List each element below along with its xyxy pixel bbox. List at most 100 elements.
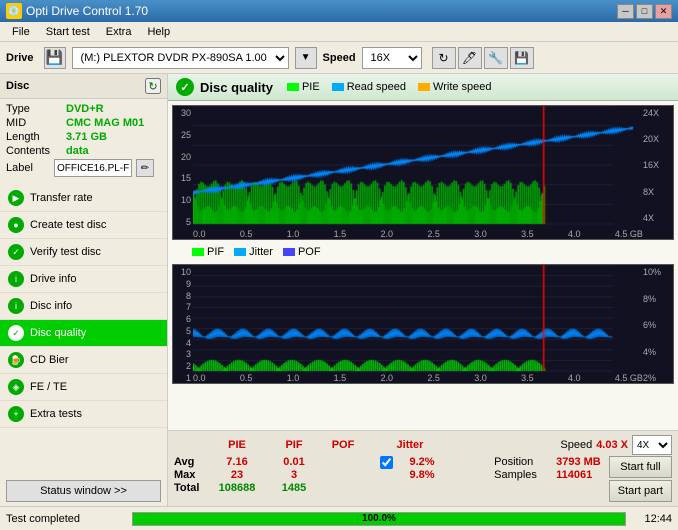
stat-header-jitter: Jitter (380, 439, 440, 451)
app-icon: 💿 (6, 3, 22, 19)
mid-value: CMC MAG M01 (66, 117, 144, 129)
nav-label-disc-info: Disc info (30, 300, 72, 312)
menu-extra[interactable]: Extra (98, 24, 140, 40)
legend-read-speed-color (332, 83, 344, 91)
nav-create-test-disc[interactable]: ● Create test disc (0, 212, 167, 239)
drive-label: Drive (6, 52, 34, 64)
stat-avg-pie: 7.16 (206, 456, 268, 468)
drive-arrow-button[interactable]: ▼ (295, 47, 317, 69)
statusbar: Test completed 100.0% 12:44 (0, 506, 678, 530)
nav-label-fe-te: FE / TE (30, 381, 67, 393)
menu-help[interactable]: Help (139, 24, 178, 40)
bottom-legend-bar: PIF Jitter POF (172, 244, 674, 260)
menu-file[interactable]: File (4, 24, 38, 40)
drive-select[interactable]: (M:) PLEXTOR DVDR PX-890SA 1.00 (72, 47, 289, 69)
stats-bar: PIE PIF POF Jitter Speed 4.03 X 4X8X16X (168, 430, 678, 506)
nav-icon-drive: i (8, 271, 24, 287)
nav-label-create-test-disc: Create test disc (30, 219, 106, 231)
toolbar-btn-3[interactable]: 🔧 (484, 47, 508, 69)
jitter-checkbox[interactable] (380, 456, 393, 469)
nav-label-extra-tests: Extra tests (30, 408, 82, 420)
drive-icon: 💾 (44, 47, 66, 69)
legend-pie-label: PIE (302, 81, 320, 93)
minimize-button[interactable]: ─ (617, 4, 634, 19)
stat-avg-pof (348, 456, 351, 468)
legend-pif-label: PIF (207, 246, 224, 258)
nav-icon-cd-bier: 🍺 (8, 352, 24, 368)
contents-value: data (66, 145, 89, 157)
stat-total-pie: 108688 (206, 482, 268, 494)
legend-jitter-color (234, 248, 246, 256)
nav-icon-create: ● (8, 217, 24, 233)
disc-refresh-button[interactable]: ↻ (145, 78, 161, 94)
stat-row-avg-label: Avg (174, 456, 206, 468)
time-text: 12:44 (632, 513, 672, 525)
stats-speed-select[interactable]: 4X8X16X (632, 435, 672, 455)
disc-info: Type DVD+R MID CMC MAG M01 Length 3.71 G… (0, 99, 167, 185)
stat-total-jitter (397, 482, 447, 494)
nav-label-cd-bier: CD Bier (30, 354, 69, 366)
toolbar-btn-2[interactable]: 🖊 (458, 47, 482, 69)
speed-select[interactable]: 16X 8X 4X Max (362, 47, 422, 69)
titlebar: 💿 Opti Drive Control 1.70 ─ □ ✕ (0, 0, 678, 22)
disc-title: Disc (6, 80, 29, 92)
legend-pif-color (192, 248, 204, 256)
start-full-button[interactable]: Start full (609, 456, 672, 478)
right-panel: ✓ Disc quality PIE Read speed Write spee… (168, 74, 678, 506)
window-controls: ─ □ ✕ (617, 4, 672, 19)
stat-header-pie: PIE (206, 439, 268, 451)
progress-bar: 100.0% (132, 512, 626, 526)
legend-read-speed-label: Read speed (347, 81, 406, 93)
position-label: Position (494, 456, 550, 468)
nav-disc-info[interactable]: i Disc info (0, 293, 167, 320)
toolbar-buttons: ↻ 🖊 🔧 💾 (432, 47, 534, 69)
close-button[interactable]: ✕ (655, 4, 672, 19)
disc-label-edit-button[interactable]: ✏ (136, 159, 154, 177)
stat-max-pie: 23 (206, 469, 268, 481)
toolbar-btn-save[interactable]: 💾 (510, 47, 534, 69)
nav-transfer-rate[interactable]: ▶ Transfer rate (0, 185, 167, 212)
nav-icon-transfer: ▶ (8, 190, 24, 206)
legend-pie-color (287, 83, 299, 91)
nav-disc-quality[interactable]: ✓ Disc quality (0, 320, 167, 347)
disc-quality-icon: ✓ (176, 78, 194, 96)
menubar: File Start test Extra Help (0, 22, 678, 42)
nav-extra-tests[interactable]: + Extra tests (0, 401, 167, 428)
legend-pof-label: POF (298, 246, 321, 258)
disc-quality-title: Disc quality (200, 80, 273, 95)
charts-area: 30 25 20 15 10 5 24X 20X 16X 8X 4X (168, 101, 678, 430)
nav-icon-extra: + (8, 406, 24, 422)
stat-avg-jitter: 9.2% (397, 456, 447, 468)
speed-value: 4.03 X (596, 439, 628, 451)
legend-pof-color (283, 248, 295, 256)
start-part-button[interactable]: Start part (609, 480, 672, 502)
nav-cd-bier[interactable]: 🍺 CD Bier (0, 347, 167, 374)
speed-header-label: Speed (560, 439, 592, 451)
legend-read-speed: Read speed (332, 81, 406, 93)
nav-label-drive-info: Drive info (30, 273, 76, 285)
type-label: Type (6, 103, 66, 115)
stat-max-pif: 3 (268, 469, 320, 481)
stat-header-pif: PIF (268, 439, 320, 451)
top-legend: PIE Read speed Write speed (287, 81, 492, 93)
legend-jitter-label: Jitter (249, 246, 273, 258)
bottom-chart: 10 9 8 7 6 5 4 3 2 1 10% 8% 6% 4% (172, 264, 674, 384)
status-text: Test completed (6, 513, 126, 525)
nav-fe-te[interactable]: ◈ FE / TE (0, 374, 167, 401)
nav-label-verify-test-disc: Verify test disc (30, 246, 101, 258)
toolbar-btn-1[interactable]: ↻ (432, 47, 456, 69)
menu-start-test[interactable]: Start test (38, 24, 98, 40)
nav-label-transfer-rate: Transfer rate (30, 192, 93, 204)
top-chart: 30 25 20 15 10 5 24X 20X 16X 8X 4X (172, 105, 674, 240)
length-label: Length (6, 131, 66, 143)
samples-value: 114061 (556, 469, 592, 481)
legend-write-speed-label: Write speed (433, 81, 492, 93)
legend-jitter: Jitter (234, 246, 273, 258)
maximize-button[interactable]: □ (636, 4, 653, 19)
status-window-button[interactable]: Status window >> (6, 480, 161, 502)
disc-label-input[interactable] (54, 159, 132, 177)
stat-max-pof (348, 469, 351, 481)
nav-drive-info[interactable]: i Drive info (0, 266, 167, 293)
disc-label-row: Label ✏ (6, 159, 161, 177)
nav-verify-test-disc[interactable]: ✓ Verify test disc (0, 239, 167, 266)
